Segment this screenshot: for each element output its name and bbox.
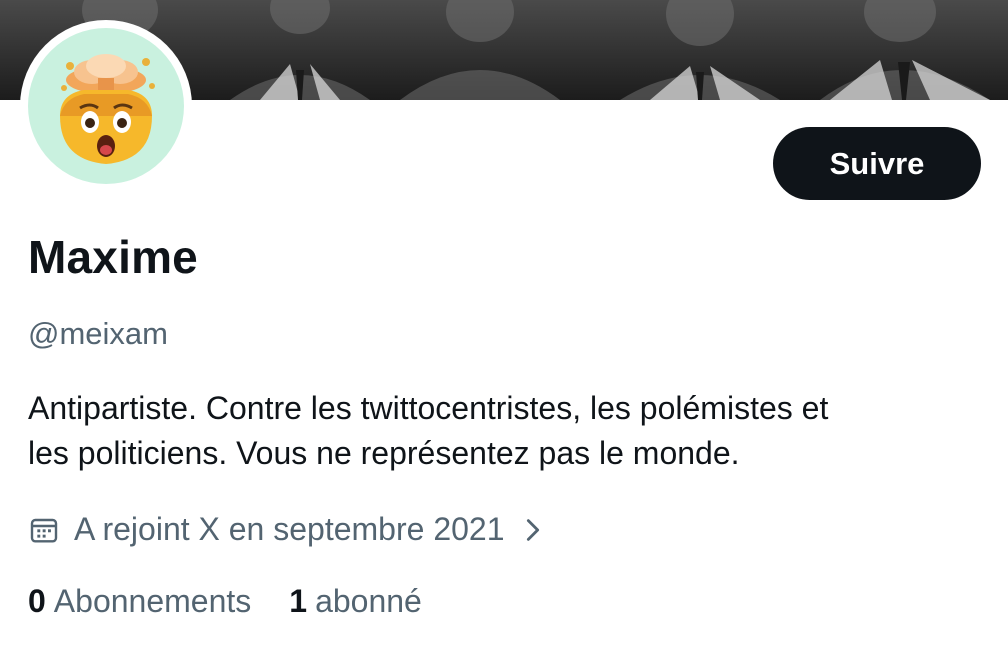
bio-line: Antipartiste. Contre les twittocentriste… [28,390,829,426]
profile-bio: Antipartiste. Contre les twittocentriste… [28,386,988,476]
follow-button[interactable]: Suivre [773,127,981,200]
bio-line: les politiciens. Vous ne représentez pas… [28,435,740,471]
following-link[interactable]: 0 Abonnements [28,583,251,620]
follow-stats: 0 Abonnements 1 abonné [28,580,460,622]
join-date-row[interactable]: A rejoint X en septembre 2021 [28,508,547,550]
calendar-icon [30,518,58,543]
followers-count: 1 [289,582,308,619]
profile-name: Maxime [28,231,198,283]
exploding-head-icon [60,54,155,164]
avatar[interactable] [28,28,184,184]
profile-handle: @meixam [28,316,168,351]
following-label: Abonnements [53,582,252,619]
followers-label: abonné [315,582,422,619]
chevron-right-icon [526,519,539,541]
profile-page: Suivre Maxime @meixam Antipartiste. Cont… [0,0,1008,654]
followers-link[interactable]: 1 abonné [289,583,422,620]
join-date-text: A rejoint X en septembre 2021 [74,510,505,547]
following-count: 0 [28,582,46,619]
follow-button-label: Suivre [829,145,925,181]
